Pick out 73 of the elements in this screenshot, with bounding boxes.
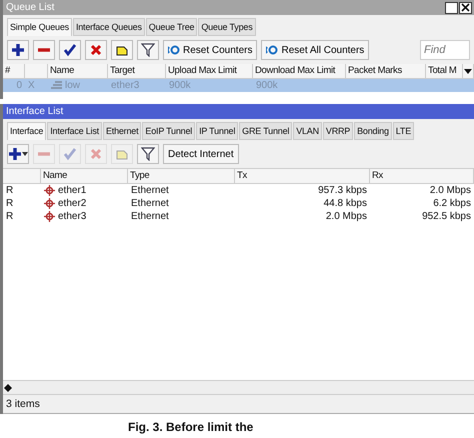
table-cell: 900k — [166, 79, 253, 92]
tab[interactable]: VLAN — [293, 122, 322, 140]
column-header[interactable]: Download Max Limit — [253, 64, 346, 79]
cross-icon — [89, 43, 103, 57]
column-header[interactable]: Packet Marks — [346, 64, 426, 79]
filter-icon — [141, 43, 155, 57]
caret-icon — [22, 152, 28, 156]
network-icon — [44, 185, 55, 196]
add-icon — [11, 43, 25, 57]
reset-icon — [266, 45, 278, 55]
tab[interactable]: Interface — [7, 122, 46, 140]
table-cell — [463, 79, 474, 92]
close-button[interactable] — [459, 2, 472, 14]
checkmark-icon — [63, 43, 77, 57]
tab[interactable]: Ethernet — [102, 122, 142, 140]
window-title: Queue List — [6, 2, 54, 13]
table-cell: X — [25, 79, 48, 92]
find-field[interactable]: Find — [420, 40, 470, 60]
reset-button[interactable]: Reset All Counters — [261, 40, 370, 60]
disable-button[interactable] — [85, 40, 107, 60]
scroll-bar[interactable] — [3, 380, 474, 394]
tab[interactable]: Simple Queues — [7, 18, 72, 36]
column-header[interactable]: Total M — [426, 64, 463, 79]
column-menu-button[interactable] — [463, 64, 474, 79]
tab[interactable]: IP Tunnel — [196, 122, 238, 140]
network-icon — [44, 198, 55, 209]
tab[interactable]: EoIP Tunnel — [142, 122, 196, 140]
network-icon — [44, 211, 55, 222]
tab[interactable]: GRE Tunnel — [239, 122, 292, 140]
checkmark-icon — [63, 147, 77, 161]
column-header[interactable]: Type — [128, 169, 235, 184]
interface-name: ether1 — [58, 185, 86, 196]
caret-icon — [464, 68, 472, 74]
tab[interactable]: Interface List — [47, 122, 102, 140]
queue-icon — [51, 81, 62, 90]
detect-button[interactable]: Detect Internet — [163, 144, 239, 164]
window-title: Interface List — [6, 106, 64, 117]
tab[interactable]: VRRP — [322, 122, 354, 140]
column-header[interactable]: Rx — [370, 169, 474, 184]
comment-button[interactable] — [111, 40, 133, 60]
table-cell: 900k — [253, 79, 346, 92]
tab[interactable]: LTE — [392, 122, 414, 140]
queue-name: low — [65, 80, 80, 91]
add-button[interactable] — [7, 144, 29, 164]
maximize-button[interactable] — [445, 2, 458, 14]
remove-button[interactable] — [33, 40, 55, 60]
close-icon — [461, 3, 470, 12]
column-header[interactable]: Tx — [235, 169, 370, 184]
add-button[interactable] — [7, 40, 29, 60]
filter-icon — [141, 147, 155, 161]
reset-button[interactable]: Reset Counters — [163, 40, 258, 60]
filter-button[interactable] — [137, 40, 159, 60]
tab[interactable]: Interface Queues — [72, 18, 145, 36]
enable-button[interactable] — [59, 40, 81, 60]
table-cell: 0 — [3, 79, 25, 92]
column-header[interactable]: Target — [108, 64, 166, 79]
column-header[interactable]: Name — [48, 64, 108, 79]
column-header[interactable]: # — [3, 64, 25, 79]
tab[interactable]: Bonding — [354, 122, 392, 140]
interface-name: ether2 — [58, 198, 86, 209]
reset-icon — [168, 45, 180, 55]
column-header[interactable]: Upload Max Limit — [166, 64, 253, 79]
interface-name: ether3 — [58, 211, 86, 222]
scroll-arrow-icon — [3, 384, 13, 392]
column-header[interactable]: Name — [41, 169, 128, 184]
tab[interactable]: Queue Tree — [146, 18, 198, 36]
figure-caption: Fig. 3. Before limit the — [128, 420, 254, 434]
filter-button[interactable] — [137, 144, 159, 164]
add-icon — [8, 147, 22, 161]
tab[interactable]: Queue Types — [198, 18, 256, 36]
cross-icon — [89, 147, 103, 161]
item-count: 3 items — [6, 398, 40, 410]
table-cell: ether3 — [108, 79, 166, 92]
